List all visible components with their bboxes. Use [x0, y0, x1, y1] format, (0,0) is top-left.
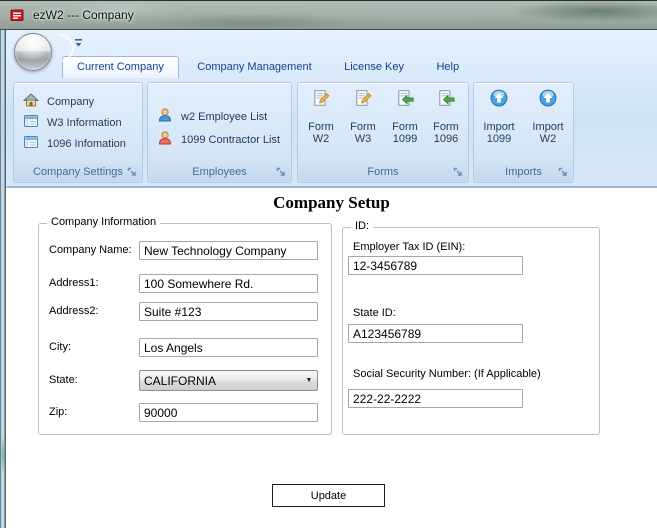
ribbon-group-forms: Form W2 Form W3 Form 1099 Form 1096 Form… — [297, 82, 469, 183]
update-button[interactable]: Update — [272, 484, 385, 507]
page-title: Company Setup — [273, 193, 390, 212]
ribbon-item-label: 1099 Contractor List — [181, 133, 281, 146]
titlebar[interactable]: ezW2 --- Company — [0, 0, 657, 30]
group-caption-label: Company Settings — [33, 166, 123, 178]
form-w3-button[interactable]: Form W3 — [342, 86, 384, 145]
big-btn-label: 1099 — [392, 133, 418, 145]
form-table-icon — [23, 113, 39, 132]
import-w2-button[interactable]: Import W2 — [524, 86, 572, 145]
address2-input[interactable] — [139, 302, 318, 321]
ezw2-app-icon[interactable] — [9, 7, 25, 23]
big-btn-label: W2 — [539, 133, 557, 145]
ribbon-item-1099-contractor-list[interactable]: 1099 Contractor List — [157, 130, 285, 149]
ribbon-item-w2-employee-list[interactable]: w2 Employee List — [157, 107, 285, 126]
city-input[interactable] — [139, 338, 318, 357]
ribbon-item-label: 1096 Infomation — [47, 137, 126, 150]
tab-company-management[interactable]: Company Management — [183, 56, 325, 78]
home-icon — [22, 92, 40, 111]
company-name-input[interactable] — [139, 241, 318, 260]
state-id-input[interactable] — [348, 324, 523, 343]
ein-label: Employer Tax ID (EIN): — [353, 241, 466, 253]
form-1099-button[interactable]: Form 1099 — [384, 86, 426, 145]
form-table-icon — [23, 134, 39, 153]
big-btn-label: W3 — [354, 133, 372, 145]
ribbon-item-1096-infomation[interactable]: 1096 Infomation — [23, 134, 136, 153]
state-id-label: State ID: — [353, 307, 396, 319]
import-1099-button[interactable]: Import 1099 — [475, 86, 523, 145]
ein-input[interactable] — [348, 256, 523, 275]
ribbon-group-employees: w2 Employee List 1099 Contractor List Em… — [147, 82, 292, 183]
big-btn-label: 1099 — [486, 133, 512, 145]
address1-label: Address1: — [49, 277, 99, 289]
state-select-value: CALIFORNIA — [144, 373, 217, 388]
group-caption-label: Employees — [192, 166, 247, 178]
big-btn-label: 1096 — [433, 133, 459, 145]
dialog-launcher-icon[interactable] — [275, 166, 287, 178]
app-window: { "window": { "title": "ezW2 --- Company… — [0, 0, 657, 528]
company-information-group: Company Information Company Name: Addres… — [38, 216, 332, 435]
group-caption-label: Imports — [505, 166, 542, 178]
big-btn-label: Form — [433, 121, 459, 133]
zip-input[interactable] — [139, 403, 318, 422]
form-w2-button[interactable]: Form W2 — [300, 86, 342, 145]
zip-label: Zip: — [49, 406, 68, 418]
person-blue-icon — [157, 107, 173, 126]
ssn-input[interactable] — [348, 389, 523, 408]
tab-license-key[interactable]: License Key — [330, 56, 418, 78]
quick-access-dropdown-icon[interactable] — [73, 38, 84, 48]
group-caption-employees: Employees — [149, 163, 290, 181]
tab-current-company[interactable]: Current Company — [62, 56, 179, 78]
big-btn-label: Import — [532, 121, 564, 133]
ribbon-group-imports: Import 1099 Import W2 Imports — [473, 82, 574, 183]
group-caption-label: Forms — [367, 166, 399, 178]
chevron-down-icon: ▼ — [305, 377, 313, 384]
city-label: City: — [49, 341, 71, 353]
state-select[interactable]: CALIFORNIA ▼ — [139, 370, 318, 391]
group-caption-forms: Forms — [299, 163, 467, 181]
dialog-launcher-icon[interactable] — [557, 166, 569, 178]
big-btn-label: Form — [350, 121, 376, 133]
big-btn-label: Import — [483, 121, 515, 133]
company-information-group-caption: Company Information — [47, 216, 161, 228]
tab-help[interactable]: Help — [422, 56, 473, 78]
group-caption-company-settings: Company Settings — [15, 163, 141, 181]
id-group: ID: Employer Tax ID (EIN): State ID: Soc… — [342, 220, 600, 435]
form-1096-button[interactable]: Form 1096 — [425, 86, 467, 145]
state-label: State: — [49, 374, 78, 386]
form-export-icon — [437, 89, 455, 107]
ribbon: Current Company Company Management Licen… — [6, 28, 657, 188]
form-edit-icon — [312, 89, 330, 107]
form-export-icon — [396, 89, 414, 107]
ribbon-item-label: W3 Information — [47, 116, 122, 129]
company-name-label: Company Name: — [49, 244, 132, 256]
big-btn-label: Form — [392, 121, 418, 133]
ribbon-item-label: Company — [47, 95, 95, 108]
address1-input[interactable] — [139, 274, 318, 293]
ribbon-item-label: w2 Employee List — [181, 110, 268, 123]
dialog-launcher-icon[interactable] — [452, 166, 464, 178]
application-menu-button[interactable] — [14, 33, 52, 71]
big-btn-label: W2 — [312, 133, 330, 145]
ssn-label: Social Security Number: (If Applicable) — [353, 368, 541, 380]
group-caption-imports: Imports — [475, 163, 572, 181]
ribbon-item-company[interactable]: Company — [22, 92, 136, 111]
ribbon-tab-row: Current Company Company Management Licen… — [6, 56, 657, 78]
ribbon-group-company-settings: Company W3 Information 1096 Infomation C… — [13, 82, 143, 183]
address2-label: Address2: — [49, 305, 99, 317]
import-icon — [490, 89, 508, 107]
dialog-launcher-icon[interactable] — [126, 166, 138, 178]
form-edit-icon — [354, 89, 372, 107]
ribbon-item-w3-information[interactable]: W3 Information — [23, 113, 136, 132]
window-title: ezW2 --- Company — [33, 8, 134, 22]
id-group-caption: ID: — [351, 220, 374, 232]
big-btn-label: Form — [308, 121, 334, 133]
person-red-icon — [157, 130, 173, 149]
main-content: Company Setup Company Information Compan… — [6, 188, 657, 528]
import-icon — [539, 89, 557, 107]
